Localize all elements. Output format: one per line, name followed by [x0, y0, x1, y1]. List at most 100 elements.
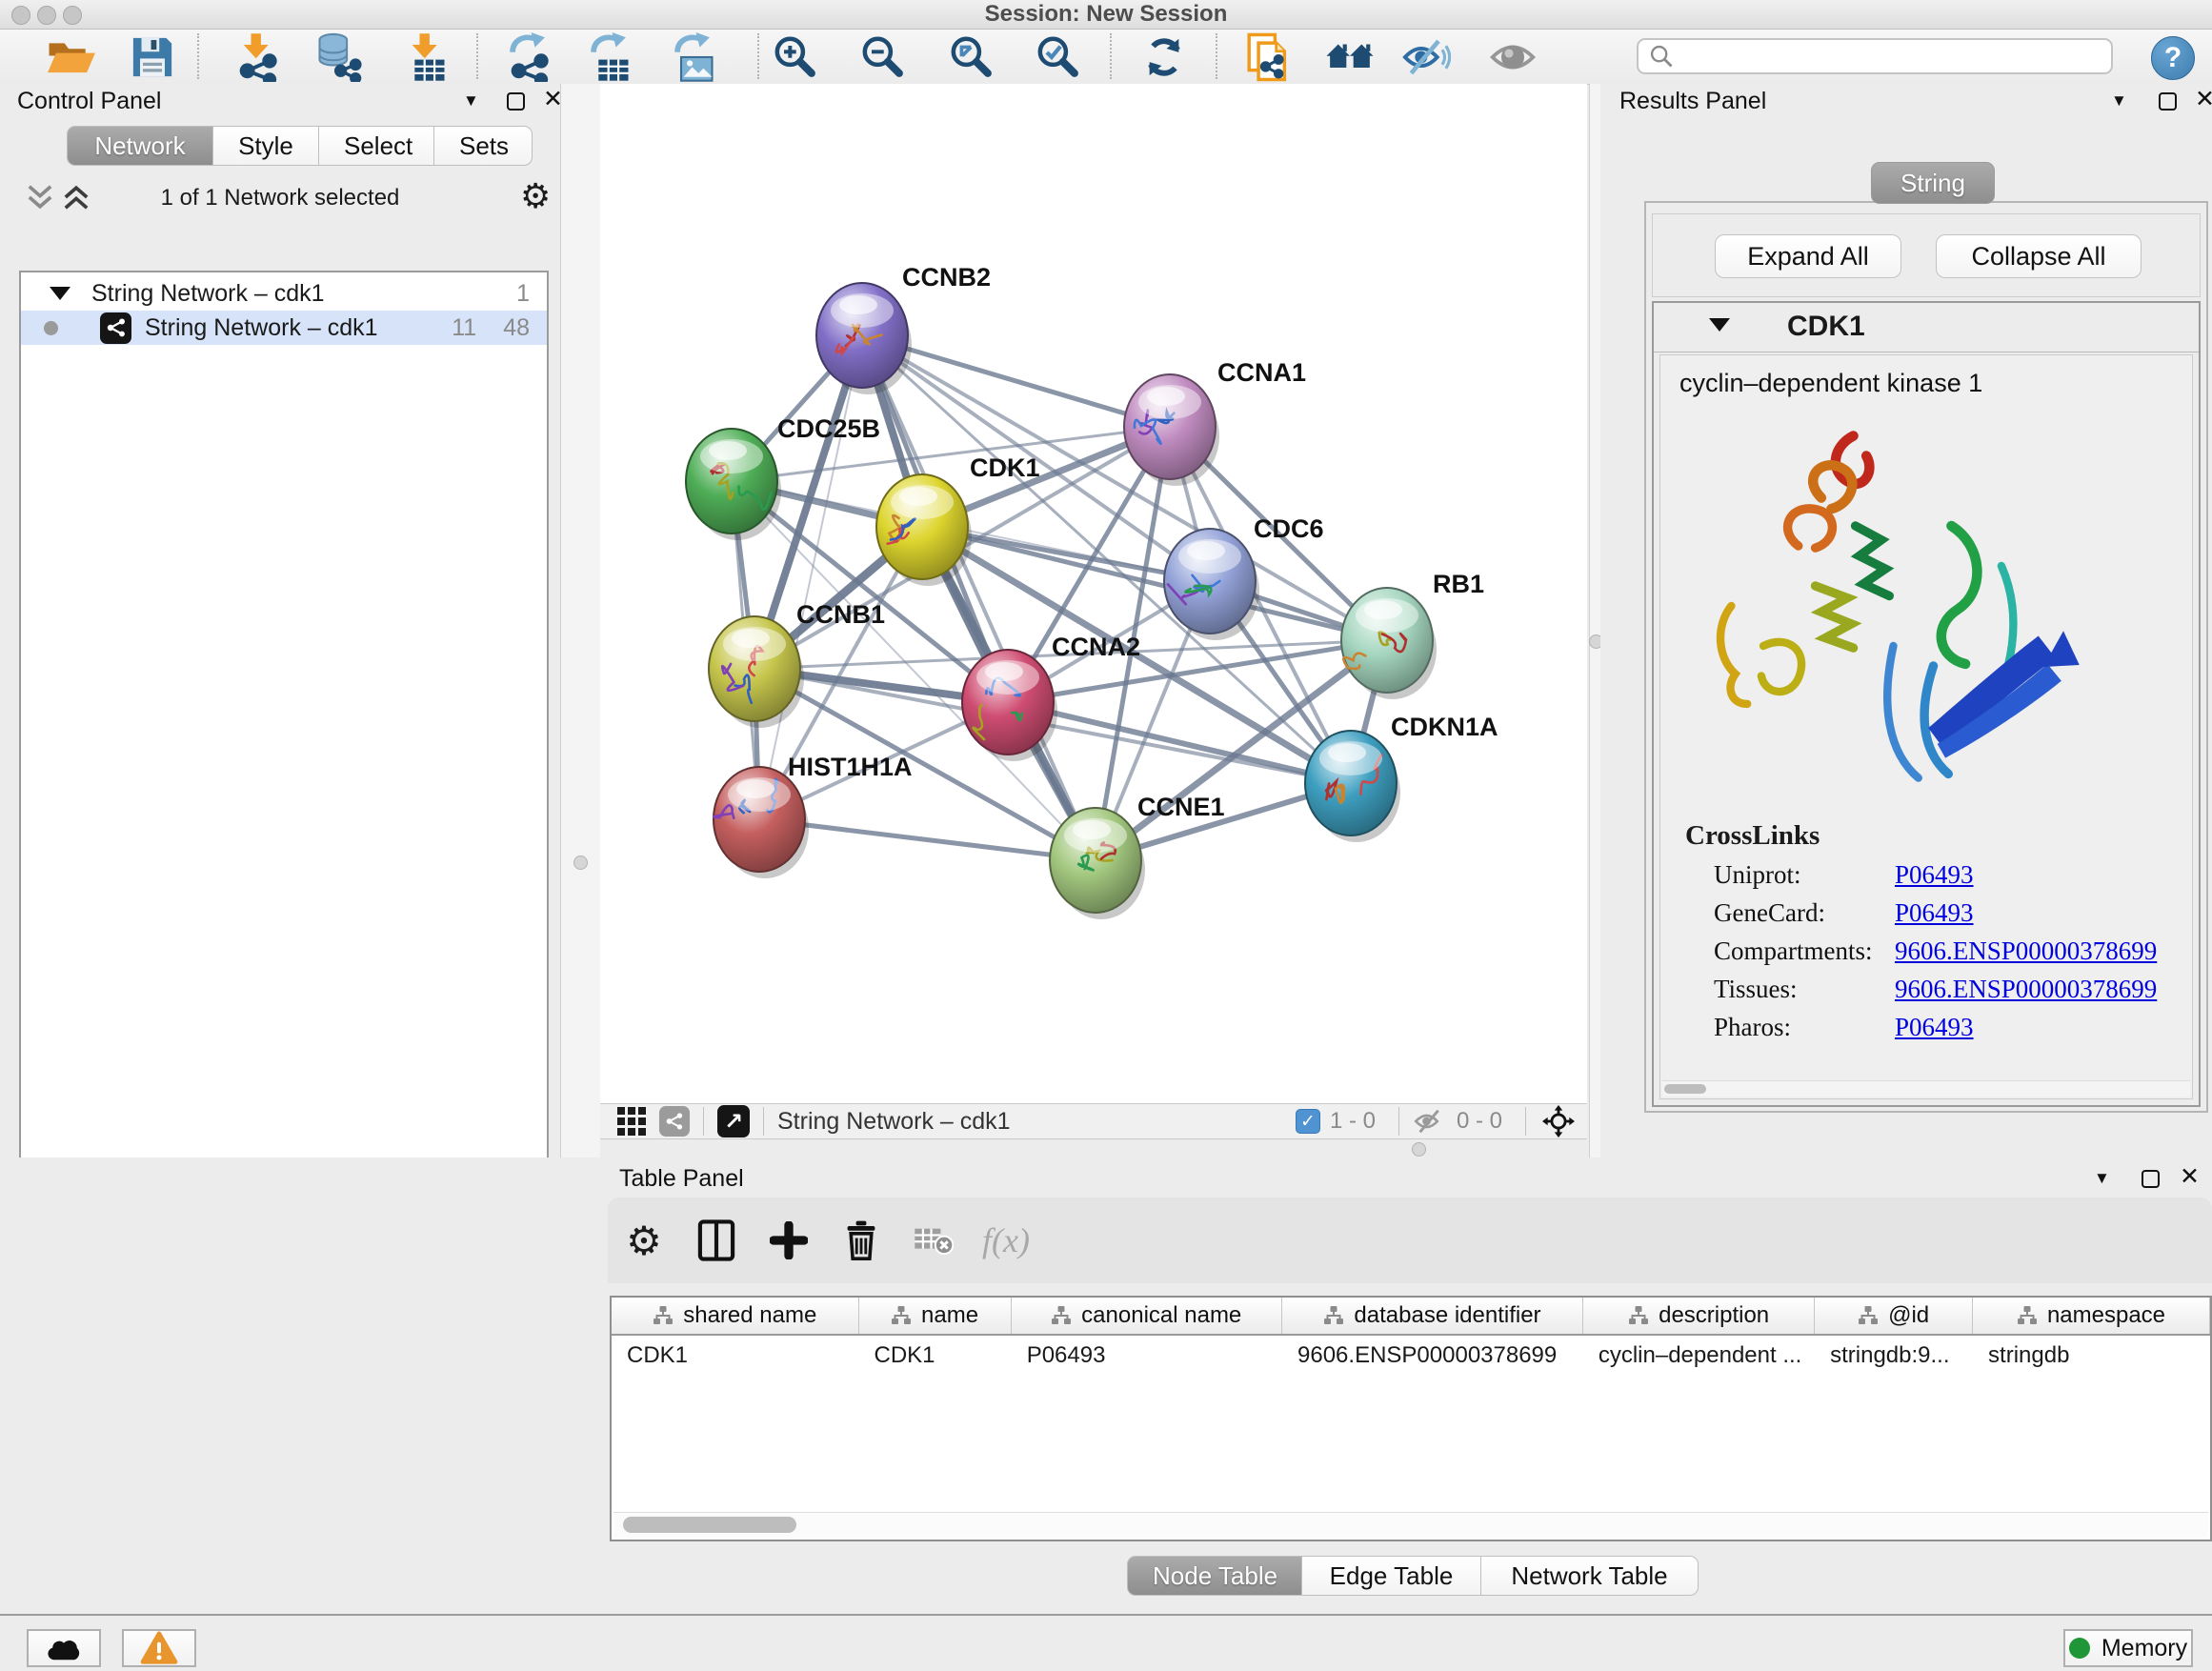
network-node-CDKN1A[interactable]: CDKN1A: [1305, 713, 1498, 842]
zoom-out-button[interactable]: [848, 32, 918, 82]
panel-collapse-icon[interactable]: ▼: [2094, 1169, 2110, 1188]
results-hscrollbar[interactable]: [1662, 1080, 2190, 1097]
table-hscrollbar[interactable]: [613, 1512, 2208, 1538]
network-node-CCNA1[interactable]: CCNA1: [1124, 358, 1306, 486]
table-cell[interactable]: cyclin–dependent ...: [1583, 1336, 1815, 1376]
expand-all-button[interactable]: Expand All: [1715, 234, 1901, 278]
import-table-button[interactable]: [391, 32, 461, 82]
tab-style[interactable]: Style: [213, 126, 319, 166]
network-graph[interactable]: CCNB2CCNA1CDC25BCDK1CDC6RB1CCNB1CCNA2CDK…: [600, 84, 1587, 1103]
delete-table-icon[interactable]: [897, 1225, 970, 1256]
table-row[interactable]: CDK1CDK1P064939606.ENSP00000378699cyclin…: [612, 1336, 2210, 1376]
crosslink-link[interactable]: P06493: [1895, 898, 1974, 928]
section-collapse-icon[interactable]: [1709, 318, 1730, 332]
import-network-database-button[interactable]: [303, 32, 373, 82]
search-input[interactable]: [1675, 43, 2111, 70]
add-column-icon[interactable]: [753, 1221, 825, 1259]
column-header-database-identifier[interactable]: database identifier: [1282, 1298, 1583, 1334]
cloud-button[interactable]: [27, 1629, 101, 1667]
column-header-namespace[interactable]: namespace: [1973, 1298, 2210, 1334]
crosslink-link[interactable]: 9606.ENSP00000378699: [1895, 975, 2157, 1004]
crosslink-link[interactable]: 9606.ENSP00000378699: [1895, 936, 2157, 966]
options-gear-icon[interactable]: ⚙: [520, 176, 551, 216]
warnings-button[interactable]: [122, 1629, 196, 1667]
view-network-title: String Network – cdk1: [777, 1108, 1011, 1136]
tab-network-table[interactable]: Network Table: [1481, 1556, 1699, 1596]
panel-close-icon[interactable]: ✕: [2195, 90, 2212, 109]
table-cell[interactable]: CDK1: [612, 1336, 859, 1376]
tab-select[interactable]: Select: [319, 126, 434, 166]
crosslink-link[interactable]: P06493: [1895, 860, 1974, 890]
node-section-header[interactable]: CDK1: [1654, 303, 2199, 352]
tab-network[interactable]: Network: [67, 126, 213, 166]
scrollbar-thumb[interactable]: [623, 1517, 796, 1533]
panel-collapse-icon[interactable]: ▼: [2111, 91, 2127, 111]
network-edge[interactable]: [862, 335, 1096, 860]
network-collection-row[interactable]: String Network – cdk1 1: [21, 276, 547, 311]
memory-button[interactable]: Memory: [2063, 1629, 2193, 1667]
grid-view-icon[interactable]: [617, 1107, 646, 1136]
export-network-button[interactable]: [493, 32, 564, 82]
splitter-knob[interactable]: [1412, 1142, 1426, 1157]
column-header--id[interactable]: @id: [1815, 1298, 1973, 1334]
network-node-RB1[interactable]: RB1: [1341, 570, 1484, 699]
save-session-button[interactable]: [117, 32, 188, 82]
search-field[interactable]: [1637, 38, 2113, 74]
panel-float-icon[interactable]: [2142, 1170, 2160, 1188]
help-button[interactable]: ?: [2151, 36, 2195, 80]
apply-layout-button[interactable]: [1129, 32, 1199, 82]
detach-view-icon[interactable]: ↗: [717, 1105, 750, 1137]
hide-selected-button[interactable]: [1391, 32, 1461, 82]
node-label: RB1: [1433, 570, 1484, 598]
new-network-from-selection-button[interactable]: [1233, 32, 1303, 82]
delete-column-icon[interactable]: [825, 1219, 897, 1261]
import-network-file-button[interactable]: [222, 32, 292, 82]
network-node-HIST1H1A[interactable]: HIST1H1A: [714, 753, 913, 878]
export-image-button[interactable]: [658, 32, 729, 82]
network-node-CDK1[interactable]: CDK1: [876, 453, 1040, 586]
tab-node-table[interactable]: Node Table: [1127, 1556, 1302, 1596]
network-canvas[interactable]: CCNB2CCNA1CDC25BCDK1CDC6RB1CCNB1CCNA2CDK…: [600, 84, 1587, 1103]
open-session-button[interactable]: [36, 32, 107, 82]
network-edge[interactable]: [759, 335, 862, 819]
left-splitter[interactable]: [560, 84, 602, 1158]
function-builder-button[interactable]: f(x): [970, 1220, 1042, 1260]
export-table-button[interactable]: [574, 32, 645, 82]
tab-sets[interactable]: Sets: [434, 126, 533, 166]
tab-string[interactable]: String: [1871, 162, 1995, 204]
network-edge[interactable]: [759, 819, 1096, 860]
first-neighbors-button[interactable]: [1315, 32, 1385, 82]
network-type-icon[interactable]: [659, 1106, 690, 1137]
network-row-selected[interactable]: String Network – cdk1 11 48: [21, 311, 547, 345]
table-cell[interactable]: P06493: [1012, 1336, 1282, 1376]
panel-collapse-icon[interactable]: ▼: [463, 91, 479, 111]
panel-float-icon[interactable]: [2159, 92, 2177, 111]
table-gear-icon[interactable]: ⚙: [608, 1218, 680, 1264]
panel-close-icon[interactable]: ✕: [2180, 1167, 2200, 1186]
zoom-in-button[interactable]: [760, 32, 831, 82]
horizontal-splitter[interactable]: [600, 1139, 1587, 1158]
table-cell[interactable]: stringdb:9...: [1815, 1336, 1973, 1376]
crosslink-link[interactable]: P06493: [1895, 1013, 1974, 1042]
selected-checkbox[interactable]: ✓: [1296, 1109, 1320, 1134]
network-node-CCNE1[interactable]: CCNE1: [1050, 793, 1225, 919]
birdseye-crosshair-icon[interactable]: [1539, 1105, 1578, 1137]
zoom-selected-button[interactable]: [1023, 32, 1094, 82]
collapse-all-button[interactable]: Collapse All: [1936, 234, 2142, 278]
table-cell[interactable]: CDK1: [859, 1336, 1012, 1376]
panel-float-icon[interactable]: [507, 92, 525, 111]
column-header-shared-name[interactable]: shared name: [612, 1298, 859, 1334]
column-header-name[interactable]: name: [859, 1298, 1012, 1334]
column-header-canonical-name[interactable]: canonical name: [1012, 1298, 1282, 1334]
network-edge[interactable]: [1008, 702, 1351, 783]
show-hidden-button[interactable]: [1478, 32, 1548, 82]
column-header-description[interactable]: description: [1583, 1298, 1815, 1334]
table-cell[interactable]: 9606.ENSP00000378699: [1282, 1336, 1583, 1376]
zoom-fit-button[interactable]: [936, 32, 1007, 82]
splitter-knob[interactable]: [573, 856, 588, 870]
collection-label: String Network – cdk1: [91, 280, 325, 308]
table-cell[interactable]: stringdb: [1973, 1336, 2210, 1376]
show-columns-icon[interactable]: [680, 1219, 753, 1261]
tree-expand-icon[interactable]: [50, 287, 70, 300]
tab-edge-table[interactable]: Edge Table: [1302, 1556, 1481, 1596]
